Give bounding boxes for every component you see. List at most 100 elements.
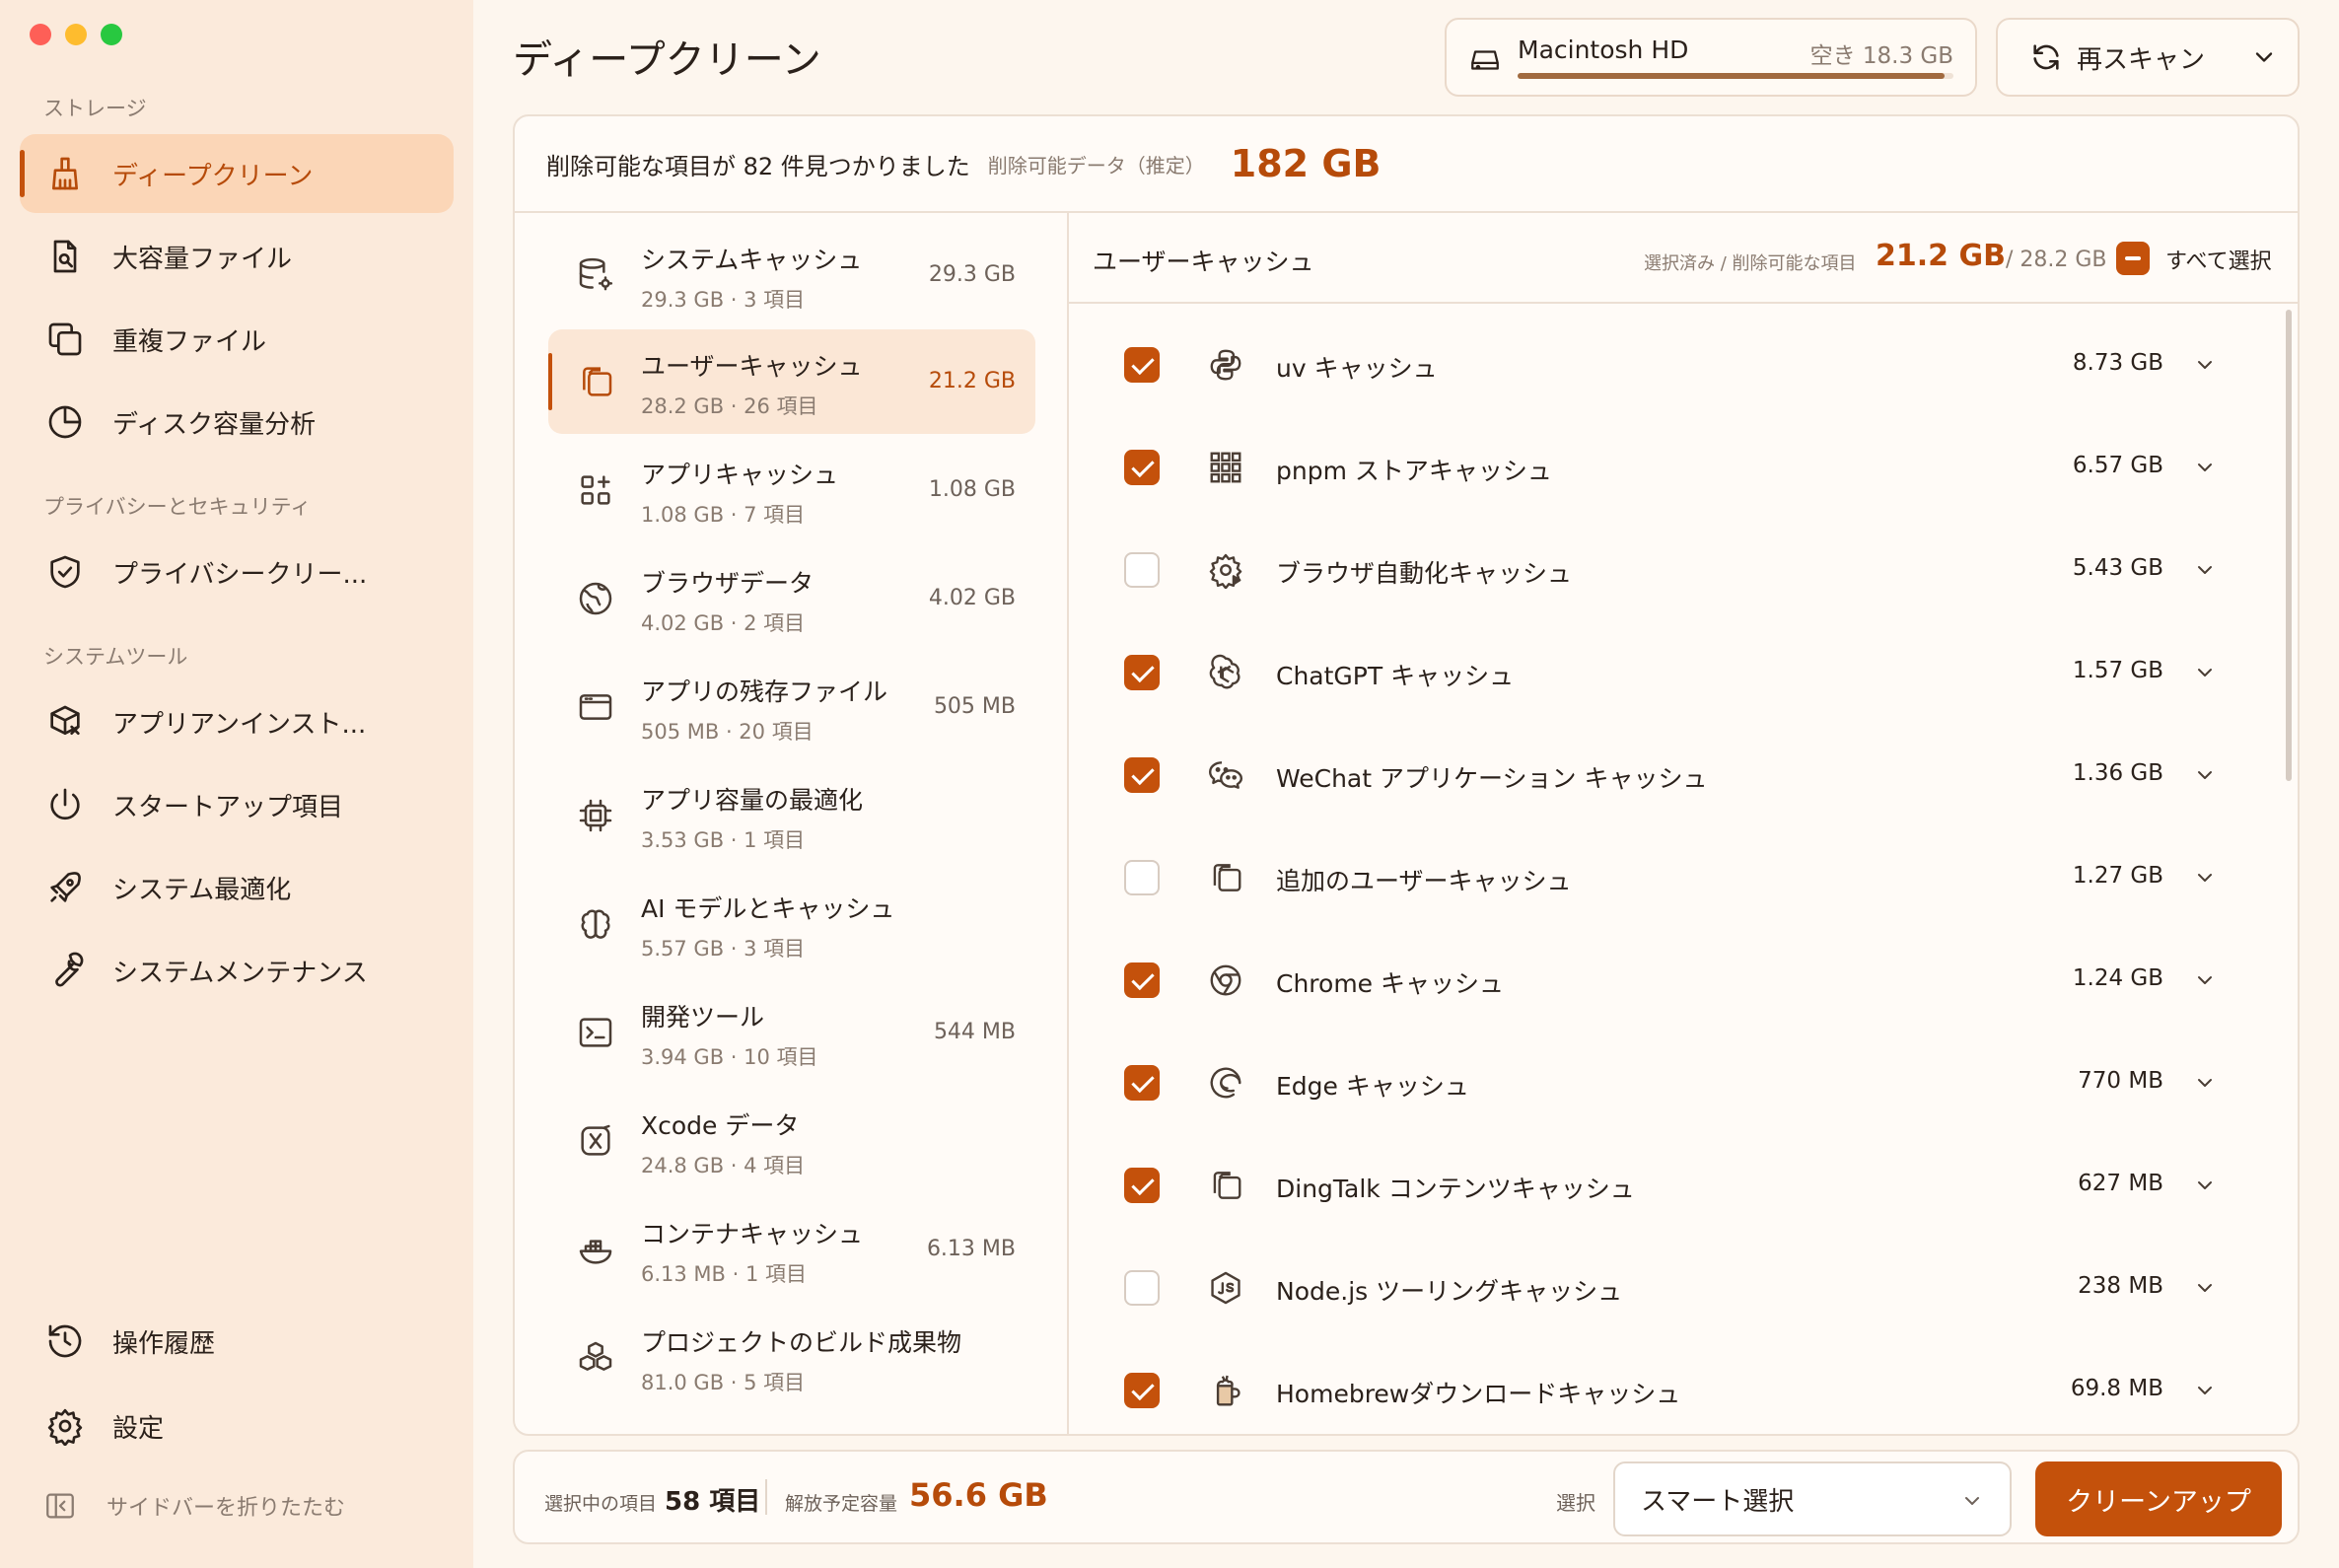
footer-divider xyxy=(765,1479,767,1515)
list-item[interactable]: 追加のユーザーキャッシュ 1.27 GB xyxy=(1069,826,2282,929)
sidebar-item-duplicates[interactable]: 重複ファイル xyxy=(20,300,454,379)
item-checkbox[interactable] xyxy=(1124,1373,1160,1408)
chevron-down-icon[interactable] xyxy=(2193,1174,2217,1197)
item-name: Chrome キャッシュ xyxy=(1276,969,1505,998)
category-name: コンテナキャッシュ xyxy=(641,1220,864,1248)
collapse-sidebar-button[interactable]: サイドバーを折りたたむ xyxy=(43,1489,345,1523)
shield-icon xyxy=(50,555,80,589)
rescan-button[interactable]: 再スキャン xyxy=(1996,18,2300,97)
sidebar-collapse-icon xyxy=(46,1493,74,1519)
item-checkbox[interactable] xyxy=(1124,1065,1160,1101)
chevron-down-icon[interactable] xyxy=(2193,558,2217,582)
list-item[interactable]: Edge キャッシュ 770 MB xyxy=(1069,1032,2282,1134)
item-checkbox[interactable] xyxy=(1124,450,1160,485)
docker-icon xyxy=(579,1240,612,1264)
category-app-leftovers[interactable]: アプリの残存ファイル 505 MB · 20 項目 505 MB xyxy=(548,655,1035,759)
sidebar-item-optimize[interactable]: システム最適化 xyxy=(20,848,454,927)
scan-summary: 削除可能な項目が 82 件見つかりました 削除可能データ（推定） 182 GB xyxy=(515,116,2298,213)
category-app-optimize[interactable]: アプリ容量の最適化 3.53 GB · 1 項目 xyxy=(548,763,1035,868)
found-count: 削除可能な項目が 82 件見つかりました xyxy=(546,152,970,180)
list-item[interactable]: ChatGPT キャッシュ 1.57 GB xyxy=(1069,621,2282,724)
files-icon xyxy=(583,367,612,396)
chevron-down-icon[interactable] xyxy=(2193,661,2217,684)
pnpm-grid-icon xyxy=(1210,452,1241,483)
category-list: システムキャッシュ 29.3 GB · 3 項目 29.3 GB ユーザーキャッ… xyxy=(515,213,1069,1434)
sidebar-item-settings[interactable]: 設定 xyxy=(20,1387,454,1465)
scrollbar[interactable] xyxy=(2286,310,2292,781)
chevron-down-icon[interactable] xyxy=(2193,1379,2217,1402)
chevron-down-icon[interactable] xyxy=(2193,763,2217,787)
item-list: ユーザーキャッシュ 選択済み / 削除可能な項目 21.2 GB / 28.2 … xyxy=(1069,213,2298,1434)
chevron-down-icon[interactable] xyxy=(2193,1071,2217,1095)
item-checkbox[interactable] xyxy=(1124,757,1160,793)
select-all-label[interactable]: すべて選択 xyxy=(2165,244,2272,275)
category-app-cache[interactable]: アプリキャッシュ 1.08 GB · 7 項目 1.08 GB xyxy=(548,438,1035,542)
category-sub: 81.0 GB · 5 項目 xyxy=(641,1371,806,1394)
category-user-cache[interactable]: ユーザーキャッシュ 28.2 GB · 26 項目 21.2 GB xyxy=(548,329,1035,434)
chevron-down-icon[interactable] xyxy=(2193,968,2217,992)
category-xcode-data[interactable]: Xcode データ 24.8 GB · 4 項目 xyxy=(548,1089,1035,1193)
category-size: 505 MB xyxy=(933,694,1016,719)
cleanup-button[interactable]: クリーンアップ xyxy=(2035,1461,2282,1536)
sidebar-item-startup[interactable]: スタートアップ項目 xyxy=(20,765,454,844)
wrench-icon xyxy=(55,952,84,987)
disk-name: Macintosh HD xyxy=(1518,36,1689,64)
list-item[interactable]: DingTalk コンテンツキャッシュ 627 MB xyxy=(1069,1134,2282,1237)
select-all-checkbox[interactable] xyxy=(2116,242,2150,275)
item-checkbox[interactable] xyxy=(1124,347,1160,383)
category-name: アプリ容量の最適化 xyxy=(641,786,864,815)
item-checkbox[interactable] xyxy=(1124,552,1160,588)
sidebar-item-label: システム最適化 xyxy=(112,875,292,905)
disk-selector[interactable]: Macintosh HD 空き 18.3 GB xyxy=(1445,18,1977,97)
category-browser-data[interactable]: ブラウザデータ 4.02 GB · 2 項目 4.02 GB xyxy=(548,546,1035,651)
item-checkbox[interactable] xyxy=(1124,962,1160,998)
sidebar-item-maintenance[interactable]: システムメンテナンス xyxy=(20,931,454,1010)
item-checkbox[interactable] xyxy=(1124,1168,1160,1203)
sidebar-item-history[interactable]: 操作履歴 xyxy=(20,1302,454,1381)
minimize-window-button[interactable] xyxy=(65,24,87,45)
power-icon xyxy=(50,788,80,820)
item-name: WeChat アプリケーション キャッシュ xyxy=(1276,764,1708,793)
list-item[interactable]: uv キャッシュ 8.73 GB xyxy=(1069,314,2282,416)
estimate-label: 削除可能データ（推定） xyxy=(987,153,1205,178)
openai-icon xyxy=(1209,654,1240,689)
sidebar-item-privacy-clean[interactable]: プライバシークリー... xyxy=(20,533,454,611)
selection-mode-dropdown[interactable]: スマート選択 xyxy=(1613,1461,2012,1536)
zoom-window-button[interactable] xyxy=(101,24,122,45)
category-container-cache[interactable]: コンテナキャッシュ 6.13 MB · 1 項目 6.13 MB xyxy=(548,1197,1035,1302)
database-gear-icon xyxy=(579,257,613,291)
list-item[interactable]: Homebrewダウンロードキャッシュ 69.8 MB xyxy=(1069,1339,2282,1434)
category-size: 1.08 GB xyxy=(928,477,1016,502)
sidebar-item-large-files[interactable]: 大容量ファイル xyxy=(20,217,454,296)
chevron-down-icon[interactable] xyxy=(2193,1276,2217,1300)
list-item[interactable]: pnpm ストアキャッシュ 6.57 GB xyxy=(1069,416,2282,519)
sidebar-item-disk-analysis[interactable]: ディスク容量分析 xyxy=(20,383,454,462)
category-name: ユーザーキャッシュ xyxy=(641,352,863,381)
category-name: Xcode データ xyxy=(641,1111,800,1140)
category-build-artifacts[interactable]: プロジェクトのビルド成果物 81.0 GB · 5 項目 xyxy=(548,1306,1035,1410)
gear-play-icon xyxy=(1209,553,1242,589)
sidebar-item-label: 設定 xyxy=(112,1413,165,1444)
category-system-cache[interactable]: システムキャッシュ 29.3 GB · 3 項目 29.3 GB xyxy=(548,223,1035,327)
section-privacy: プライバシーとセキュリティ xyxy=(43,495,312,519)
item-checkbox[interactable] xyxy=(1124,860,1160,895)
item-checkbox[interactable] xyxy=(1124,1270,1160,1306)
chevron-down-icon[interactable] xyxy=(2193,866,2217,890)
chevron-down-icon[interactable] xyxy=(2193,456,2217,479)
list-item[interactable]: Node.js ツーリングキャッシュ 238 MB xyxy=(1069,1237,2282,1339)
item-checkbox[interactable] xyxy=(1124,655,1160,690)
category-dev-tools[interactable]: 開発ツール 3.94 GB · 10 項目 544 MB xyxy=(548,980,1035,1085)
item-list-header: ユーザーキャッシュ 選択済み / 削除可能な項目 21.2 GB / 28.2 … xyxy=(1069,213,2298,304)
free-space-label: 解放予定容量 xyxy=(785,1493,898,1515)
sidebar-item-uninstaller[interactable]: アプリアンインスト... xyxy=(20,682,454,761)
category-sub: 5.57 GB · 3 項目 xyxy=(641,937,806,961)
sidebar-item-deep-clean[interactable]: ディープクリーン xyxy=(20,134,454,213)
close-window-button[interactable] xyxy=(30,24,51,45)
chevron-down-icon[interactable] xyxy=(2250,43,2278,71)
list-item[interactable]: ブラウザ自動化キャッシュ 5.43 GB xyxy=(1069,519,2282,621)
list-item[interactable]: Chrome キャッシュ 1.24 GB xyxy=(1069,929,2282,1032)
chevron-down-icon[interactable] xyxy=(2193,353,2217,377)
category-ai-models[interactable]: AI モデルとキャッシュ 5.57 GB · 3 項目 xyxy=(548,872,1035,976)
list-item[interactable]: WeChat アプリケーション キャッシュ 1.36 GB xyxy=(1069,724,2282,826)
item-size: 238 MB xyxy=(2078,1273,2163,1299)
